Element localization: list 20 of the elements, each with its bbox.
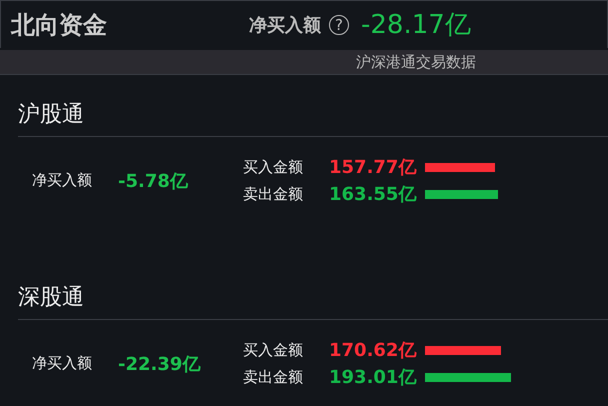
buy-amount-value: 157.77亿 xyxy=(329,156,418,179)
net-buy-value: -5.78亿 xyxy=(118,170,189,192)
buy-amount-label: 买入金额 xyxy=(243,340,304,360)
sell-amount-value: 163.55亿 xyxy=(329,183,418,206)
net-buy-value: -28.17亿 xyxy=(361,9,471,42)
sell-amount-label: 卖出金额 xyxy=(243,368,304,386)
section-title: 深股通 xyxy=(17,284,85,312)
net-buy-value: -22.39亿 xyxy=(118,352,202,376)
net-buy-label: 净买入额 xyxy=(32,171,93,190)
sell-amount-value: 193.01亿 xyxy=(329,366,418,389)
buy-amount-label: 买入金额 xyxy=(243,158,304,176)
sell-amount-label: 卖出金额 xyxy=(243,184,304,204)
page-title: 北向资金 xyxy=(11,10,108,40)
data-source-label: 沪深港通交易数据 xyxy=(356,52,476,72)
net-buy-label: 净买入额 xyxy=(32,354,93,373)
section-title: 沪股通 xyxy=(17,101,85,129)
buy-amount-bar xyxy=(425,162,496,172)
net-buy-label: 净买入额 xyxy=(249,14,321,36)
help-icon[interactable]: ? xyxy=(329,14,349,34)
buy-amount-value: 170.62亿 xyxy=(329,339,418,362)
